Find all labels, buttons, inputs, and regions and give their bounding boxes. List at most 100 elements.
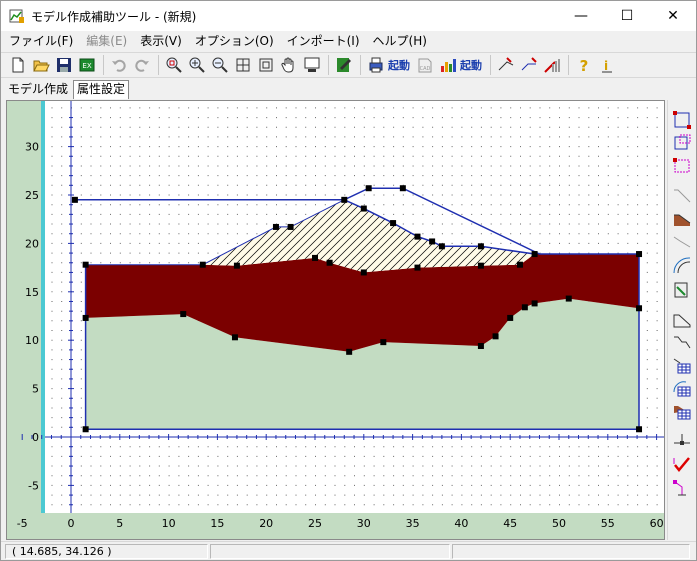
water-level-button[interactable] bbox=[670, 430, 694, 450]
menu-file[interactable]: ファイル(F) bbox=[4, 31, 78, 51]
check-icon bbox=[673, 457, 690, 472]
launch-label[interactable]: 起動 bbox=[460, 57, 482, 73]
arc-table-icon bbox=[673, 381, 691, 397]
new-file-button[interactable] bbox=[7, 54, 29, 76]
step-line-icon bbox=[674, 336, 691, 349]
menu-edit[interactable]: 編集(E) bbox=[81, 31, 132, 51]
menu-options[interactable]: オプション(O) bbox=[190, 31, 279, 51]
x-tick-label: 20 bbox=[259, 517, 273, 530]
zoom-out-icon bbox=[212, 57, 228, 73]
vertex-point bbox=[360, 269, 367, 276]
layer-fill-icon bbox=[674, 214, 691, 226]
floppy-icon bbox=[57, 58, 71, 72]
svg-text:EX: EX bbox=[82, 62, 91, 70]
draw-rect-button[interactable] bbox=[670, 110, 694, 130]
slope-outline-button[interactable] bbox=[670, 310, 694, 330]
surface-line-icon bbox=[673, 236, 691, 248]
fit-window-button[interactable] bbox=[255, 54, 277, 76]
zoom-in-button[interactable] bbox=[186, 54, 208, 76]
launch-label[interactable]: 起動 bbox=[388, 57, 410, 73]
drawing-canvas[interactable]: -5 0 5 10 15 20 25 30 35 40 45 50 55 60 30 25 20 15 10 5 0 -5 bbox=[6, 100, 665, 540]
cross-section-plot[interactable]: -5 0 5 10 15 20 25 30 35 40 45 50 55 60302520151050-5 bbox=[7, 101, 665, 540]
export-button[interactable]: EX bbox=[76, 54, 98, 76]
vertex-point bbox=[492, 333, 499, 340]
toolbar-separator bbox=[103, 55, 104, 75]
calc-button[interactable] bbox=[670, 280, 694, 300]
vertex-point bbox=[233, 262, 240, 269]
slope-line-button[interactable] bbox=[670, 186, 694, 206]
mode-tabs: モデル作成 属性設定 bbox=[1, 79, 696, 99]
redraw-icon bbox=[304, 57, 320, 72]
title-bar[interactable]: モデル作成補助ツール - (新規) — ☐ ✕ bbox=[1, 1, 696, 31]
maximize-button[interactable]: ☐ bbox=[604, 1, 650, 31]
vertex-point bbox=[360, 205, 367, 212]
arc-button[interactable] bbox=[670, 255, 694, 275]
tab-attribute-settings[interactable]: 属性設定 bbox=[73, 80, 130, 99]
vertex-point bbox=[531, 251, 538, 258]
fit-all-button[interactable] bbox=[232, 54, 254, 76]
import-line-button[interactable] bbox=[495, 54, 517, 76]
zoom-out-button[interactable] bbox=[209, 54, 231, 76]
menu-import[interactable]: インポート(I) bbox=[282, 31, 365, 51]
y-tick-label: 15 bbox=[25, 286, 39, 299]
layer-table-icon bbox=[674, 406, 691, 420]
tab-model-create[interactable]: モデル作成 bbox=[5, 81, 71, 99]
save-button[interactable] bbox=[53, 54, 75, 76]
folder-open-icon bbox=[33, 60, 50, 72]
check-button[interactable] bbox=[670, 455, 694, 475]
toolbar-separator bbox=[328, 55, 329, 75]
chart-launch-button[interactable] bbox=[437, 54, 459, 76]
x-tick-label: 0 bbox=[68, 517, 75, 530]
context-help-icon: i bbox=[602, 59, 612, 73]
menu-help[interactable]: ヘルプ(H) bbox=[368, 31, 432, 51]
vertex-point bbox=[429, 238, 436, 245]
vertex-point bbox=[531, 300, 538, 307]
close-button[interactable]: ✕ bbox=[650, 1, 696, 31]
pan-button[interactable] bbox=[278, 54, 300, 76]
hand-icon bbox=[281, 57, 294, 73]
draw-region-button[interactable] bbox=[670, 133, 694, 153]
step-line-button[interactable] bbox=[670, 333, 694, 353]
calc-icon bbox=[674, 282, 688, 298]
vertex-point bbox=[71, 196, 78, 203]
vertex-point bbox=[199, 261, 206, 268]
measure-button[interactable] bbox=[670, 478, 694, 498]
import-data-button[interactable] bbox=[541, 54, 563, 76]
measure-icon bbox=[673, 480, 686, 496]
zoom-window-button[interactable] bbox=[163, 54, 185, 76]
status-bar: ( 14.685, 34.126 ) bbox=[1, 541, 696, 560]
svg-text:?: ? bbox=[580, 57, 589, 74]
import-slope-button[interactable] bbox=[518, 54, 540, 76]
vertex-point bbox=[180, 311, 187, 318]
arc-icon bbox=[673, 257, 691, 274]
new-file-icon bbox=[12, 57, 24, 73]
svg-text:i: i bbox=[604, 59, 608, 73]
launch-analysis-button[interactable] bbox=[365, 54, 387, 76]
open-file-button[interactable] bbox=[30, 54, 52, 76]
vertex-point bbox=[380, 339, 387, 346]
vertex-point bbox=[341, 196, 348, 203]
redo-button[interactable] bbox=[131, 54, 153, 76]
layer-table-button[interactable] bbox=[670, 402, 694, 422]
context-help-button[interactable]: i bbox=[596, 54, 618, 76]
vertex-point bbox=[438, 243, 445, 250]
vertex-point bbox=[399, 185, 406, 192]
select-region-button[interactable] bbox=[670, 156, 694, 176]
x-tick-label: 10 bbox=[162, 517, 176, 530]
x-tick-label: 45 bbox=[503, 517, 517, 530]
vertex-point bbox=[272, 223, 279, 230]
attribute-edit-button[interactable] bbox=[333, 54, 355, 76]
redraw-button[interactable] bbox=[301, 54, 323, 76]
help-button[interactable]: ? bbox=[573, 54, 595, 76]
minimize-button[interactable]: — bbox=[558, 1, 604, 31]
cad-button[interactable]: CAD bbox=[414, 54, 436, 76]
y-tick-label: -5 bbox=[28, 479, 39, 492]
surface-line-button[interactable] bbox=[670, 232, 694, 252]
undo-button[interactable] bbox=[108, 54, 130, 76]
menu-view[interactable]: 表示(V) bbox=[135, 31, 187, 51]
table-button[interactable] bbox=[670, 356, 694, 376]
layer-fill-button[interactable] bbox=[670, 209, 694, 229]
help-icon: ? bbox=[580, 57, 589, 74]
toolbar-separator bbox=[490, 55, 491, 75]
arc-table-button[interactable] bbox=[670, 379, 694, 399]
